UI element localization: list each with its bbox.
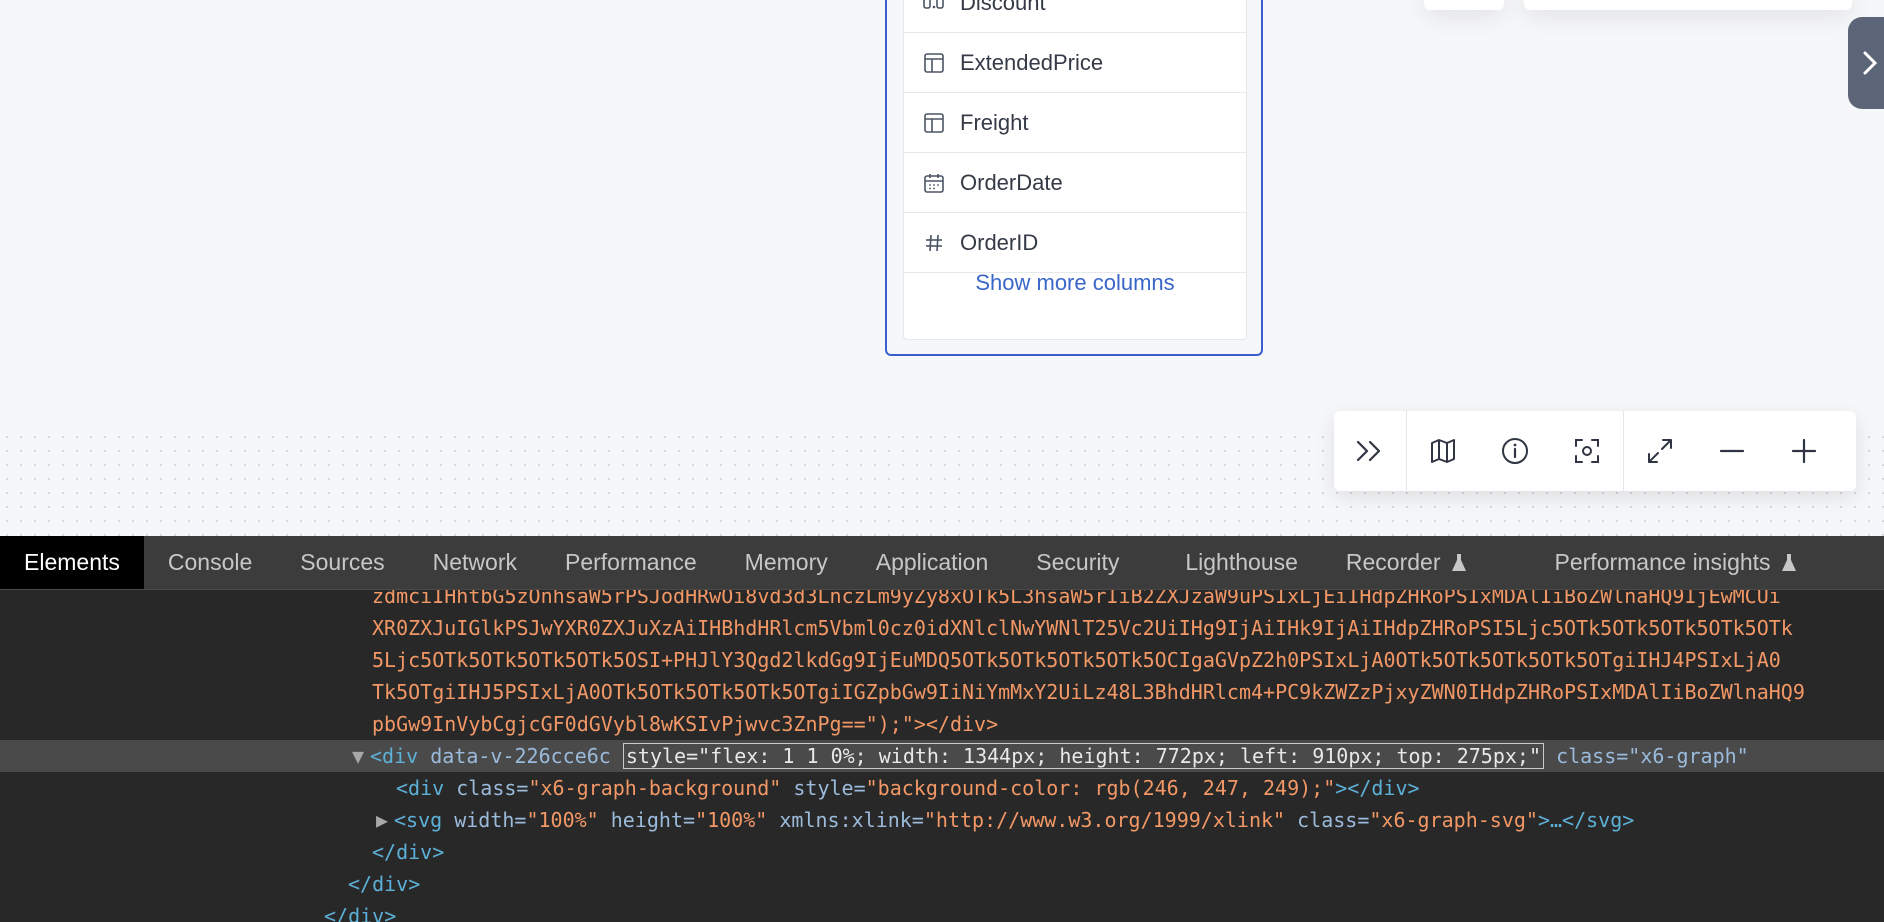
- style-attr-editor[interactable]: style="flex: 1 1 0%; width: 1344px; heig…: [622, 743, 1545, 769]
- attr-value: "100%": [695, 808, 768, 832]
- dom-tree[interactable]: zdmciIHhtbG5zOnhsaW5rPSJodHRwOi8vd3d3Lnc…: [0, 590, 1884, 922]
- dom-line-base64: 5Ljc5OTk5OTk5OTk5OTk5OSI+PHJlY3Qgd2lkdGg…: [372, 648, 1781, 672]
- map-icon: [1431, 439, 1455, 463]
- info-button[interactable]: [1479, 411, 1551, 491]
- decimal-icon: [922, 0, 946, 15]
- show-more-columns-link[interactable]: Show more columns: [904, 253, 1246, 313]
- focus-button[interactable]: [1551, 411, 1623, 491]
- graph-toolbar: [1334, 411, 1856, 491]
- tab-performance-insights[interactable]: Performance insights: [1491, 536, 1821, 589]
- info-icon: [1502, 438, 1528, 464]
- tab-elements[interactable]: Elements: [0, 536, 144, 589]
- column-row-freight[interactable]: Freight: [904, 93, 1246, 153]
- class-attr: class="x6-graph": [1556, 744, 1749, 768]
- attr-value: "x6-graph-background": [528, 776, 782, 800]
- collapse-button[interactable]: [1334, 411, 1406, 491]
- fullscreen-button[interactable]: [1624, 411, 1696, 491]
- attr-name: width=: [454, 808, 527, 832]
- tab-memory[interactable]: Memory: [721, 536, 852, 589]
- tab-performance[interactable]: Performance: [541, 536, 721, 589]
- flask-icon: [1781, 553, 1796, 571]
- tab-sources[interactable]: Sources: [276, 536, 408, 589]
- dom-node-background[interactable]: <div class="x6-graph-background" style="…: [0, 772, 1884, 804]
- dom-node-selected[interactable]: ▼ <div data-v-226cce6c style="flex: 1 1 0…: [0, 740, 1884, 772]
- table-icon: [922, 111, 946, 135]
- devtools-panel: Elements Console Sources Network Perform…: [0, 536, 1884, 922]
- double-chevron-right-icon: [1356, 440, 1381, 462]
- tab-label: Recorder: [1345, 549, 1441, 575]
- tab-network[interactable]: Network: [409, 536, 541, 589]
- tag-open: <div: [396, 776, 445, 800]
- panel-fragment-right: [1524, 0, 1852, 10]
- table-icon: [922, 51, 946, 75]
- zoom-out-button[interactable]: [1696, 411, 1768, 491]
- tag-open: <div: [370, 744, 419, 768]
- dom-close-div: </div>: [372, 840, 445, 864]
- column-row-extendedprice[interactable]: ExtendedPrice: [904, 33, 1246, 93]
- attr-name: height=: [610, 808, 696, 832]
- tab-application[interactable]: Application: [852, 536, 1013, 589]
- attr-name: style=: [793, 776, 866, 800]
- tag-close: >…</svg>: [1537, 808, 1635, 832]
- column-name: OrderDate: [960, 169, 1063, 195]
- fullscreen-icon: [1648, 439, 1672, 463]
- attr-scope: data-v-226cce6c: [430, 744, 611, 768]
- flask-icon: [1451, 553, 1466, 571]
- focus-icon: [1575, 439, 1599, 463]
- dom-line-base64: XR0ZXJuIGlkPSJwYXR0ZXJuXzAiIHBhdHRlcm5Vb…: [372, 616, 1793, 640]
- tab-recorder[interactable]: Recorder: [1322, 536, 1491, 589]
- zoom-in-icon: [1791, 438, 1817, 464]
- zoom-out-icon: [1719, 449, 1745, 453]
- expand-panel-button[interactable]: [1848, 17, 1884, 109]
- dom-line-base64: zdmciIHhtbG5zOnhsaW5rPSJodHRwOi8vd3d3Lnc…: [372, 590, 1781, 608]
- graph-canvas[interactable]: Discount ExtendedPrice Freight OrderDate: [0, 0, 1884, 536]
- chevron-right-icon: [1863, 51, 1878, 75]
- attr-value: "background-color: rgb(246, 247, 249);": [865, 776, 1336, 800]
- collapse-triangle-icon[interactable]: ▶: [376, 804, 394, 836]
- zoom-in-button[interactable]: [1768, 411, 1840, 491]
- column-name: OrderID: [960, 229, 1039, 255]
- expand-triangle-icon[interactable]: ▼: [352, 740, 370, 772]
- table-node[interactable]: Discount ExtendedPrice Freight OrderDate: [885, 0, 1263, 356]
- tag-open: <svg: [394, 808, 443, 832]
- minimap-button[interactable]: [1407, 411, 1479, 491]
- dom-close-div: </div>: [324, 904, 397, 922]
- column-name: Freight: [960, 109, 1029, 135]
- tab-lighthouse[interactable]: Lighthouse: [1143, 536, 1322, 589]
- dom-node-svg[interactable]: ▶ <svg width="100%" height="100%" xmlns:x…: [0, 804, 1884, 836]
- dom-line-base64-end: pbGw9InVybCgjcGF0dGVybl8wKSIvPjwvc3ZnPg=…: [372, 712, 999, 736]
- attr-value: "x6-graph-svg": [1369, 808, 1538, 832]
- column-list: Discount ExtendedPrice Freight OrderDate: [903, 0, 1247, 340]
- column-name: Discount: [960, 0, 1046, 15]
- tab-security[interactable]: Security: [1012, 536, 1143, 589]
- attr-name: class=: [1297, 808, 1370, 832]
- hash-icon: [922, 231, 946, 255]
- dom-close-div: </div>: [348, 872, 421, 896]
- column-row-discount[interactable]: Discount: [904, 0, 1246, 33]
- attr-value: "100%": [526, 808, 599, 832]
- attr-name: xmlns:xlink=: [779, 808, 924, 832]
- column-name: ExtendedPrice: [960, 49, 1104, 75]
- panel-fragment-left: [1424, 0, 1504, 10]
- devtools-tab-bar: Elements Console Sources Network Perform…: [0, 536, 1884, 590]
- calendar-icon: [922, 171, 946, 195]
- attr-name: class=: [456, 776, 529, 800]
- tab-label: Performance insights: [1554, 549, 1771, 575]
- column-row-orderdate[interactable]: OrderDate: [904, 153, 1246, 213]
- dom-line-base64: Tk5OTgiIHJ5PSIxLjA0OTk5OTk5OTk5OTk5OTgiI…: [372, 680, 1805, 704]
- attr-value: "http://www.w3.org/1999/xlink": [923, 808, 1286, 832]
- tab-console[interactable]: Console: [144, 536, 276, 589]
- tag-close: ></div>: [1335, 776, 1420, 800]
